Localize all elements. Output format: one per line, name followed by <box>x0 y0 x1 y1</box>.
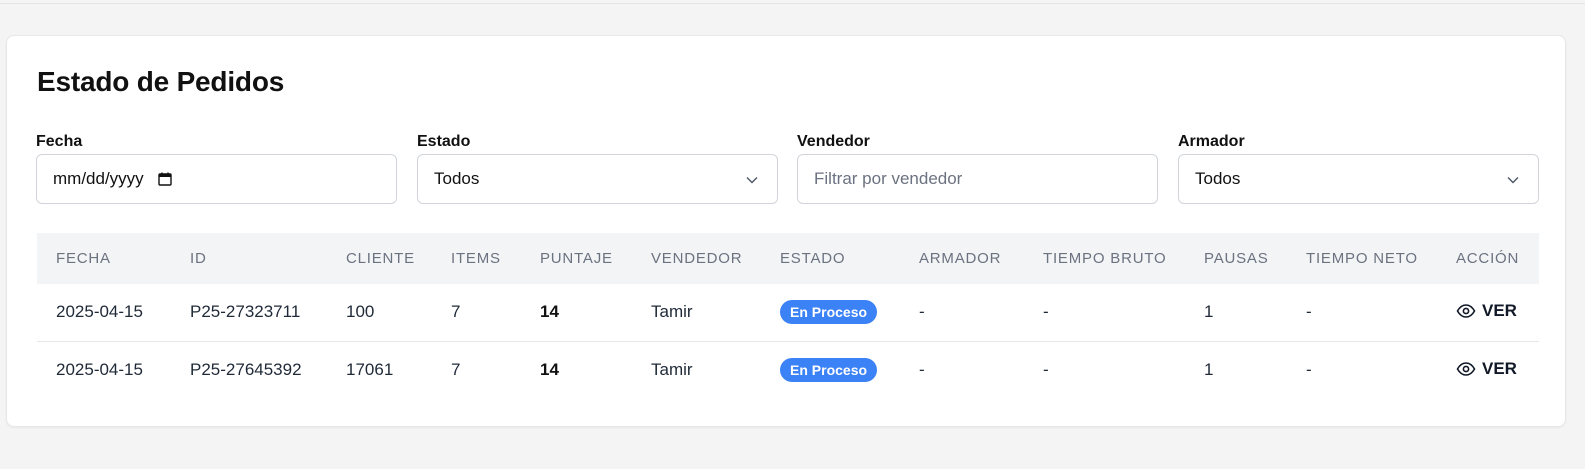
table-header: FECHA ID CLIENTE ITEMS PUNTAJE VENDEDOR … <box>37 233 1539 284</box>
table-row: 2025-04-15 P25-27323711 100 7 14 Tamir E… <box>37 284 1539 341</box>
armador-select-value: Todos <box>1195 169 1241 188</box>
filter-armador-label: Armador <box>1178 133 1245 150</box>
cell-tiempo-neto: - <box>1306 359 1312 379</box>
cell-items: 7 <box>451 359 461 379</box>
cell-pausas: 1 <box>1204 359 1214 379</box>
column-header-fecha: FECHA <box>56 250 111 267</box>
column-header-tiempo-bruto: TIEMPO BRUTO <box>1043 250 1167 267</box>
column-header-pausas: PAUSAS <box>1204 250 1269 267</box>
orders-table-wrapper: FECHA ID CLIENTE ITEMS PUNTAJE VENDEDOR … <box>37 233 1539 398</box>
table-body: 2025-04-15 P25-27323711 100 7 14 Tamir E… <box>37 284 1539 398</box>
orders-card: Estado de Pedidos Fecha mm/dd/yyyy Estad… <box>6 35 1566 427</box>
vendedor-input[interactable] <box>814 169 1141 189</box>
filter-armador: Armador Todos <box>1178 132 1539 204</box>
filter-estado: Estado Todos <box>417 132 778 204</box>
column-header-armador: ARMADOR <box>919 250 1002 267</box>
estado-select[interactable]: Todos <box>417 154 778 204</box>
filter-estado-label: Estado <box>417 133 471 150</box>
cell-accion: VER <box>1437 284 1539 341</box>
cell-tiempo-bruto: - <box>1043 302 1049 322</box>
view-order-label: VER <box>1482 301 1517 321</box>
cell-armador: - <box>919 302 925 322</box>
view-order-button[interactable]: VER <box>1456 359 1517 379</box>
eye-icon <box>1456 304 1476 319</box>
date-input-value: mm/dd/yyyy <box>53 169 144 188</box>
cell-items: 7 <box>451 302 461 322</box>
column-header-vendedor: VENDEDOR <box>651 250 743 267</box>
cell-puntaje: 14 <box>540 302 559 322</box>
cell-vendedor: Tamir <box>651 302 693 322</box>
cell-puntaje: 14 <box>540 359 559 379</box>
page-title: Estado de Pedidos <box>37 66 285 97</box>
column-header-id: ID <box>190 250 207 267</box>
cell-id: P25-27645392 <box>190 359 302 379</box>
filter-vendedor: Vendedor <box>797 132 1158 204</box>
cell-tiempo-bruto: - <box>1043 359 1049 379</box>
status-badge: En Proceso <box>780 300 878 325</box>
column-header-puntaje: PUNTAJE <box>540 250 613 267</box>
vendedor-field[interactable] <box>797 154 1158 204</box>
top-divider <box>0 0 1585 4</box>
table-row: 2025-04-15 P25-27645392 17061 7 14 Tamir… <box>37 341 1539 398</box>
cell-estado: En Proceso <box>761 284 900 341</box>
view-order-button[interactable]: VER <box>1456 301 1517 321</box>
armador-select[interactable]: Todos <box>1178 154 1539 204</box>
column-header-items: ITEMS <box>451 250 501 267</box>
chevron-down-icon <box>746 177 758 184</box>
cell-cliente: 100 <box>346 302 375 322</box>
cell-tiempo-neto: - <box>1306 302 1312 322</box>
cell-vendedor: Tamir <box>651 359 693 379</box>
estado-select-value: Todos <box>434 169 480 188</box>
cell-pausas: 1 <box>1204 302 1214 322</box>
column-header-cliente: CLIENTE <box>346 250 415 267</box>
cell-fecha: 2025-04-15 <box>56 302 143 322</box>
calendar-icon[interactable] <box>157 172 172 186</box>
table-header-row: FECHA ID CLIENTE ITEMS PUNTAJE VENDEDOR … <box>37 233 1539 284</box>
eye-icon <box>1456 361 1476 376</box>
column-header-estado: ESTADO <box>780 250 846 267</box>
filter-vendedor-label: Vendedor <box>797 133 870 150</box>
cell-armador: - <box>919 359 925 379</box>
cell-cliente: 17061 <box>346 359 394 379</box>
cell-id: P25-27323711 <box>190 302 301 322</box>
filter-fecha: Fecha mm/dd/yyyy <box>36 132 397 204</box>
cell-estado: En Proceso <box>761 341 900 398</box>
chevron-down-icon <box>1507 177 1519 184</box>
view-order-label: VER <box>1482 358 1517 378</box>
cell-fecha: 2025-04-15 <box>56 359 143 379</box>
date-input[interactable]: mm/dd/yyyy <box>36 154 397 204</box>
column-header-tiempo-neto: TIEMPO NETO <box>1306 250 1418 267</box>
filter-fecha-label: Fecha <box>36 133 83 150</box>
cell-accion: VER <box>1437 341 1539 398</box>
column-header-accion: ACCIÓN <box>1456 250 1520 267</box>
status-badge: En Proceso <box>780 357 878 382</box>
orders-table: FECHA ID CLIENTE ITEMS PUNTAJE VENDEDOR … <box>37 233 1539 398</box>
